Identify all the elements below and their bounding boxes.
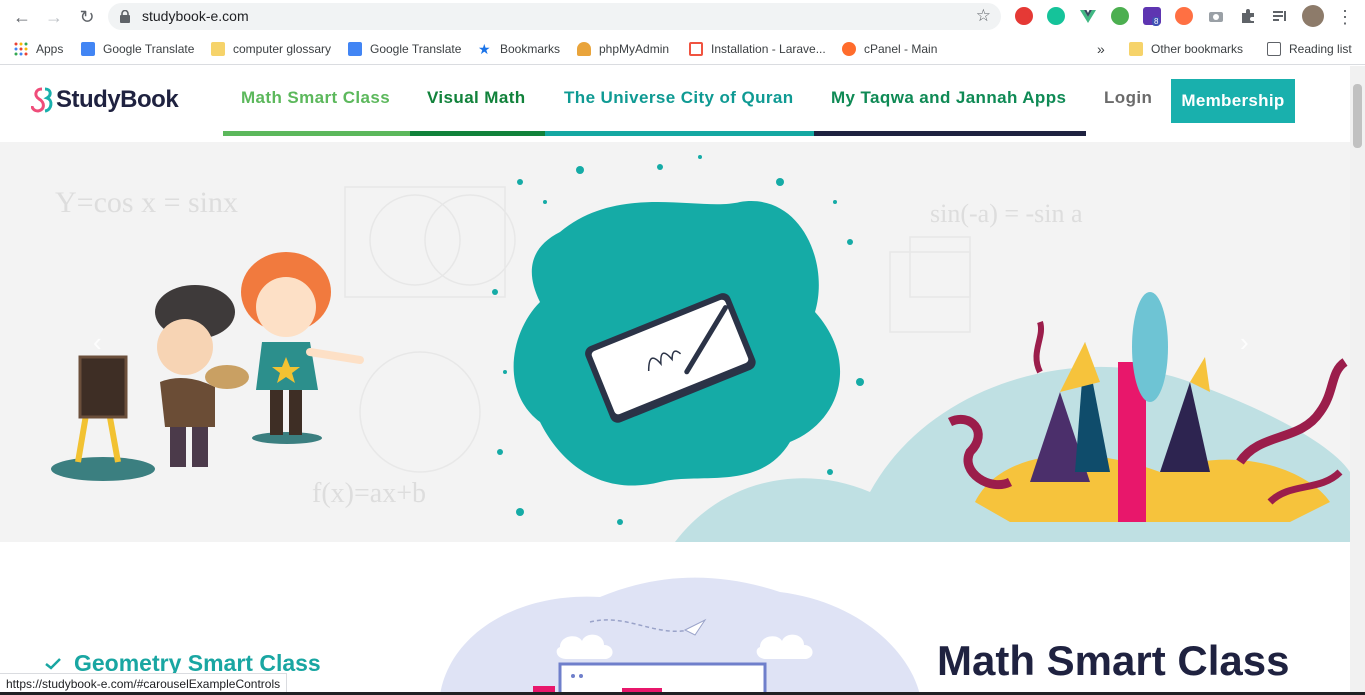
hero-illustration: Y=cos x = sinx sin(-a) = -sin a f(x)=ax+… bbox=[51, 155, 1350, 542]
reload-icon[interactable]: ↻ bbox=[75, 5, 99, 29]
folder-icon bbox=[1129, 42, 1143, 56]
bookmark-label: Google Translate bbox=[370, 42, 462, 56]
bookmark-cpanel[interactable]: cPanel - Main bbox=[842, 40, 937, 58]
kids-painting-illustration bbox=[51, 252, 364, 481]
browser-toolbar: ← → ↻ studybook-e.com ☆ 8 ⋮ bbox=[0, 0, 1365, 33]
bookmark-bookmarks[interactable]: ★ Bookmarks bbox=[478, 40, 560, 58]
nav-underline-apps bbox=[814, 131, 1086, 136]
bookmark-label: Reading list bbox=[1289, 42, 1352, 56]
reading-list-icon bbox=[1267, 42, 1281, 56]
bookmark-label: Other bookmarks bbox=[1151, 42, 1244, 56]
teal-splash-illustration bbox=[492, 155, 864, 525]
bookmarks-bar: Apps Google Translate computer glossary … bbox=[0, 33, 1365, 65]
bookmark-label: cPanel - Main bbox=[864, 42, 938, 56]
page-scrollbar[interactable] bbox=[1350, 66, 1365, 695]
bookmark-computer-glossary[interactable]: computer glossary bbox=[211, 40, 331, 58]
forward-arrow-icon[interactable]: → bbox=[42, 5, 66, 29]
adblock-extension-icon[interactable] bbox=[1015, 7, 1033, 25]
nav-taqwa-jannah-apps[interactable]: My Taqwa and Jannah Apps bbox=[831, 88, 1066, 108]
google-translate-icon bbox=[348, 42, 362, 56]
globe-extension-icon[interactable] bbox=[1111, 7, 1129, 25]
apps-grid-icon bbox=[14, 42, 28, 56]
checkmark-icon bbox=[45, 657, 61, 670]
logo-text: StudyBook bbox=[56, 86, 179, 113]
graduation-extension-icon[interactable]: 8 bbox=[1143, 7, 1161, 26]
bookmark-label: Bookmarks bbox=[500, 42, 561, 56]
nav-underline-math bbox=[223, 131, 410, 136]
site-header: StudyBook Math Smart Class Visual Math T… bbox=[0, 66, 1350, 142]
bookmark-other[interactable]: Other bookmarks bbox=[1129, 40, 1243, 58]
google-translate-icon bbox=[81, 42, 95, 56]
cpanel-icon bbox=[842, 42, 856, 56]
reading-list-button[interactable]: Reading list bbox=[1267, 40, 1352, 58]
login-link[interactable]: Login bbox=[1104, 88, 1152, 108]
link-status-bar: https://studybook-e.com/#carouselExample… bbox=[0, 673, 288, 693]
star-icon: ★ bbox=[478, 41, 491, 57]
formula-1: Y=cos x = sinx bbox=[55, 186, 238, 219]
bookmark-star-icon[interactable]: ☆ bbox=[976, 6, 991, 26]
site-logo[interactable]: StudyBook bbox=[31, 86, 179, 114]
bookmark-phpmyadmin[interactable]: phpMyAdmin bbox=[577, 40, 669, 58]
vue-devtools-extension-icon[interactable] bbox=[1079, 7, 1097, 25]
membership-button[interactable]: Membership bbox=[1171, 79, 1295, 123]
laravel-icon bbox=[689, 42, 703, 56]
bookmark-label: computer glossary bbox=[233, 42, 332, 56]
lock-icon bbox=[120, 10, 130, 23]
nav-underline-quran bbox=[545, 131, 814, 136]
camera-extension-icon[interactable] bbox=[1207, 7, 1225, 25]
media-control-icon[interactable] bbox=[1271, 7, 1289, 25]
address-url: studybook-e.com bbox=[142, 8, 249, 24]
nav-math-smart-class[interactable]: Math Smart Class bbox=[241, 88, 390, 108]
bookmark-label: Installation - Larave... bbox=[711, 42, 826, 56]
bookmark-label: Apps bbox=[36, 42, 64, 56]
hero-carousel: Y=cos x = sinx sin(-a) = -sin a f(x)=ax+… bbox=[0, 142, 1350, 542]
extensions-puzzle-icon[interactable] bbox=[1239, 7, 1257, 25]
section-title: Math Smart Class bbox=[937, 637, 1290, 684]
profile-avatar[interactable] bbox=[1302, 5, 1324, 27]
scrollbar-thumb[interactable] bbox=[1353, 84, 1362, 148]
menu-kebab-icon[interactable]: ⋮ bbox=[1333, 5, 1357, 29]
formula-2: sin(-a) = -sin a bbox=[930, 199, 1083, 228]
address-bar[interactable]: studybook-e.com ☆ bbox=[108, 3, 1001, 30]
bookmark-google-translate[interactable]: Google Translate bbox=[81, 40, 194, 58]
extension-badge: 8 bbox=[1152, 17, 1161, 26]
more-bookmarks-button[interactable]: » bbox=[1097, 40, 1105, 58]
nav-underline-visual bbox=[410, 131, 545, 136]
bookmark-apps[interactable]: Apps bbox=[14, 40, 63, 58]
bookmark-label: phpMyAdmin bbox=[599, 42, 670, 56]
folder-icon bbox=[211, 42, 225, 56]
carousel-next-button[interactable]: › bbox=[1240, 327, 1249, 358]
nav-visual-math[interactable]: Visual Math bbox=[427, 88, 526, 108]
formula-3: f(x)=ax+b bbox=[312, 478, 426, 509]
bookmark-laravel[interactable]: Installation - Larave... bbox=[689, 40, 826, 58]
bookmark-google-translate-2[interactable]: Google Translate bbox=[348, 40, 461, 58]
back-arrow-icon[interactable]: ← bbox=[10, 5, 34, 29]
fire-extension-icon[interactable] bbox=[1175, 7, 1193, 25]
nav-universe-city-of-quran[interactable]: The Universe City of Quran bbox=[564, 88, 794, 108]
carousel-prev-button[interactable]: ‹ bbox=[93, 327, 102, 358]
phpmyadmin-icon bbox=[577, 42, 591, 56]
bookmark-label: Google Translate bbox=[103, 42, 195, 56]
grammarly-extension-icon[interactable] bbox=[1047, 7, 1065, 25]
studybook-logo-icon bbox=[31, 87, 53, 113]
